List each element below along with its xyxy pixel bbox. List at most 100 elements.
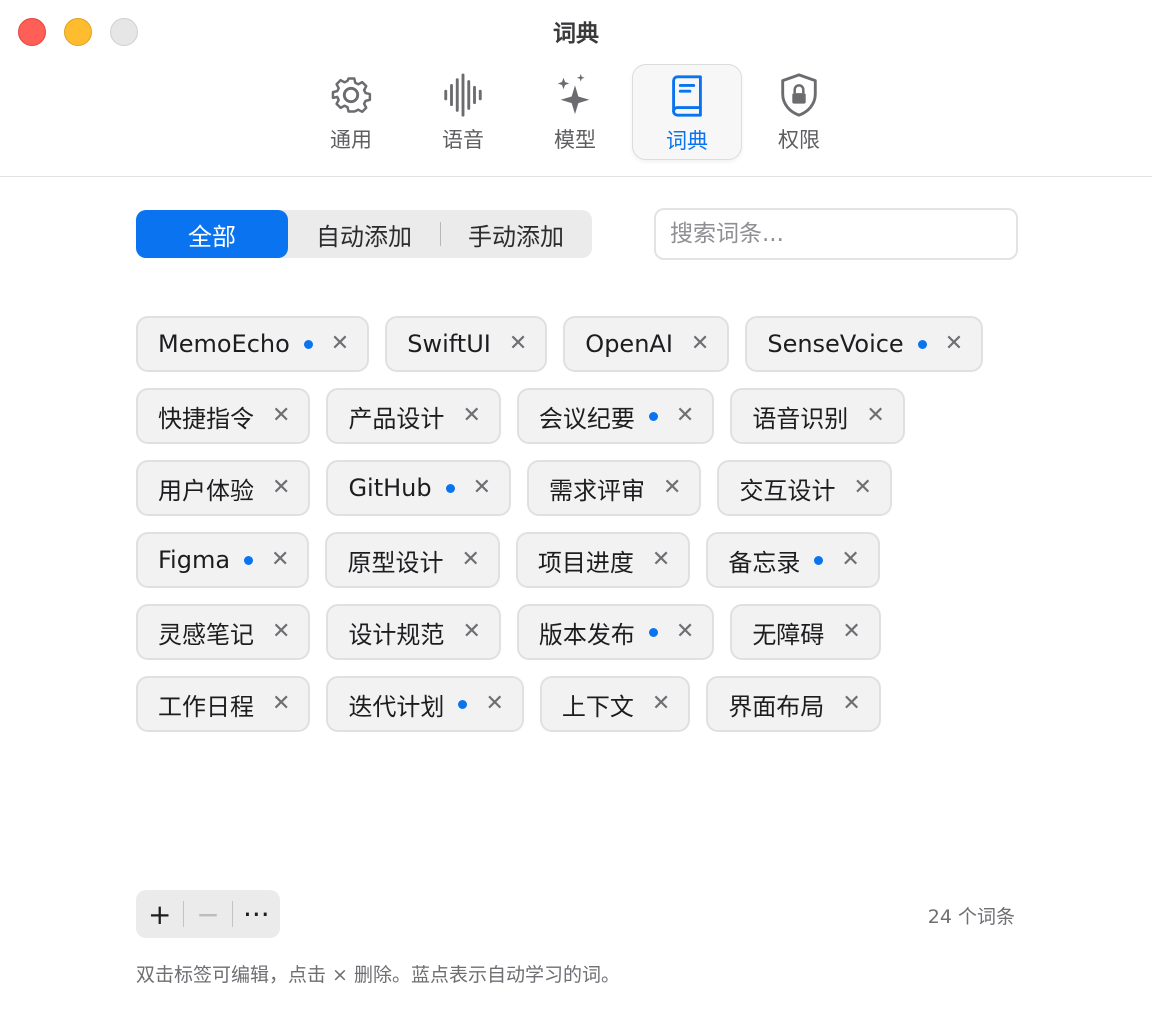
tag-text: 交互设计 xyxy=(739,476,836,505)
segment-manual-added[interactable]: 手动添加 xyxy=(440,210,592,258)
remove-tag-icon[interactable]: ✕ xyxy=(462,405,480,427)
remove-tag-icon[interactable]: ✕ xyxy=(652,693,670,715)
tag-chip[interactable]: SwiftUI ✕ xyxy=(385,316,548,372)
tag-chip[interactable]: 迭代计划 ✕ xyxy=(326,676,524,732)
remove-tag-icon[interactable]: ✕ xyxy=(841,549,859,571)
remove-tag-icon[interactable]: ✕ xyxy=(676,621,694,643)
remove-tag-icon[interactable]: ✕ xyxy=(663,477,681,499)
tag-chip[interactable]: 会议纪要 ✕ xyxy=(516,388,715,444)
tag-chip[interactable]: 工作日程 ✕ xyxy=(136,676,311,732)
remove-tag-icon[interactable]: ✕ xyxy=(461,549,479,571)
remove-tag-icon[interactable]: ✕ xyxy=(272,693,290,715)
list-action-buttons: + − ··· xyxy=(136,890,280,938)
tab-label: 词典 xyxy=(666,129,708,153)
auto-learned-dot-icon xyxy=(244,555,254,565)
tab-label: 模型 xyxy=(554,128,596,152)
tag-chip[interactable]: 上下文 ✕ xyxy=(539,676,691,732)
tag-chip[interactable]: 交互设计 ✕ xyxy=(717,460,892,516)
title-bar: 词典 通用 语音 模型 词典 权限 xyxy=(0,0,1152,177)
remove-tag-icon[interactable]: ✕ xyxy=(945,333,963,355)
tab-label: 权限 xyxy=(778,128,820,152)
tag-text: 备忘录 xyxy=(728,548,801,577)
tag-chip[interactable]: 快捷指令 ✕ xyxy=(136,388,311,444)
remove-tag-icon[interactable]: ✕ xyxy=(676,405,694,427)
tag-text: MemoEcho xyxy=(158,330,290,358)
tab-label: 语音 xyxy=(442,128,484,152)
tag-row: MemoEcho ✕ SwiftUI ✕ OpenAI ✕ SenseVoice ✕ xyxy=(136,316,1016,372)
remove-button[interactable]: − xyxy=(184,890,231,938)
tag-chip[interactable]: Figma ✕ xyxy=(136,532,310,588)
add-button[interactable]: + xyxy=(136,890,183,938)
tag-text: 项目进度 xyxy=(537,548,634,577)
remove-tag-icon[interactable]: ✕ xyxy=(509,333,527,355)
tag-text: 设计规范 xyxy=(348,620,445,649)
auto-learned-dot-icon xyxy=(445,483,455,493)
remove-tag-icon[interactable]: ✕ xyxy=(272,405,290,427)
tab-voice[interactable]: 语音 xyxy=(408,64,518,160)
remove-tag-icon[interactable]: ✕ xyxy=(271,549,289,571)
tag-chip[interactable]: 产品设计 ✕ xyxy=(326,388,501,444)
tab-dictionary[interactable]: 词典 xyxy=(632,64,742,160)
remove-tag-icon[interactable]: ✕ xyxy=(691,333,709,355)
remove-tag-icon[interactable]: ✕ xyxy=(842,693,860,715)
lock-shield-icon xyxy=(781,73,817,117)
tag-chip[interactable]: 需求评审 ✕ xyxy=(527,460,702,516)
remove-tag-icon[interactable]: ✕ xyxy=(462,621,480,643)
remove-tag-icon[interactable]: ✕ xyxy=(485,693,503,715)
tag-chip[interactable]: 用户体验 ✕ xyxy=(136,460,311,516)
tag-text: SwiftUI xyxy=(407,330,491,358)
segment-auto-added[interactable]: 自动添加 xyxy=(288,210,440,258)
tag-chip[interactable]: 灵感笔记 ✕ xyxy=(136,604,311,660)
tag-text: 灵感笔记 xyxy=(158,620,254,649)
tag-chip[interactable]: GitHub ✕ xyxy=(326,460,512,516)
auto-learned-dot-icon xyxy=(648,411,658,421)
tag-text: 版本发布 xyxy=(538,620,635,649)
tag-text: Figma xyxy=(158,546,231,574)
tag-text: 界面布局 xyxy=(728,692,825,721)
tag-text: 迭代计划 xyxy=(348,692,445,721)
tag-row: 工作日程 ✕ 迭代计划 ✕ 上下文 ✕ 界面布局 ✕ xyxy=(136,676,1016,732)
segment-all[interactable]: 全部 xyxy=(136,210,288,258)
tag-text: SenseVoice xyxy=(767,330,904,358)
tag-text: OpenAI xyxy=(585,330,673,358)
search-input[interactable] xyxy=(654,208,1018,260)
tag-chip[interactable]: 原型设计 ✕ xyxy=(325,532,500,588)
tag-text: 快捷指令 xyxy=(158,404,254,433)
remove-tag-icon[interactable]: ✕ xyxy=(331,333,349,355)
tag-chip[interactable]: 设计规范 ✕ xyxy=(326,604,501,660)
tag-chip[interactable]: OpenAI ✕ xyxy=(563,316,730,372)
auto-learned-dot-icon xyxy=(917,339,927,349)
tag-text: 上下文 xyxy=(561,692,634,721)
tag-chip[interactable]: 项目进度 ✕ xyxy=(515,532,691,588)
tag-chip[interactable]: SenseVoice ✕ xyxy=(745,316,984,372)
remove-tag-icon[interactable]: ✕ xyxy=(272,621,290,643)
tag-text: 产品设计 xyxy=(348,404,445,433)
remove-tag-icon[interactable]: ✕ xyxy=(853,477,871,499)
tag-chip[interactable]: 版本发布 ✕ xyxy=(516,604,715,660)
tag-chip[interactable]: 语音识别 ✕ xyxy=(730,388,905,444)
tag-row: 灵感笔记 ✕ 设计规范 ✕ 版本发布 ✕ 无障碍 ✕ xyxy=(136,604,1016,660)
more-button[interactable]: ··· xyxy=(233,890,280,938)
tag-text: 原型设计 xyxy=(347,548,444,577)
filter-segmented-control: 全部 自动添加 手动添加 xyxy=(136,210,592,258)
remove-tag-icon[interactable]: ✕ xyxy=(652,549,670,571)
remove-tag-icon[interactable]: ✕ xyxy=(866,405,884,427)
tab-permissions[interactable]: 权限 xyxy=(744,64,854,160)
auto-learned-dot-icon xyxy=(648,627,658,637)
tab-model[interactable]: 模型 xyxy=(520,64,630,160)
sparkles-icon xyxy=(557,73,590,115)
tag-row: Figma ✕ 原型设计 ✕ 项目进度 ✕ 备忘录 ✕ xyxy=(136,532,1016,588)
book-icon xyxy=(672,75,702,117)
tag-chip[interactable]: 备忘录 ✕ xyxy=(706,532,880,588)
remove-tag-icon[interactable]: ✕ xyxy=(842,621,860,643)
tag-list: MemoEcho ✕ SwiftUI ✕ OpenAI ✕ SenseVoice ✕ 快捷指令 ✕… xyxy=(136,316,1016,748)
remove-tag-icon[interactable]: ✕ xyxy=(272,477,290,499)
tag-chip[interactable]: 无障碍 ✕ xyxy=(730,604,881,660)
remove-tag-icon[interactable]: ✕ xyxy=(473,477,491,499)
tag-text: 需求评审 xyxy=(549,476,646,505)
entry-count: 24 个词条 xyxy=(927,906,1015,928)
tag-chip[interactable]: 界面布局 ✕ xyxy=(706,676,881,732)
tab-general[interactable]: 通用 xyxy=(296,64,406,160)
tag-chip[interactable]: MemoEcho ✕ xyxy=(136,316,370,372)
gear-icon xyxy=(331,77,372,114)
